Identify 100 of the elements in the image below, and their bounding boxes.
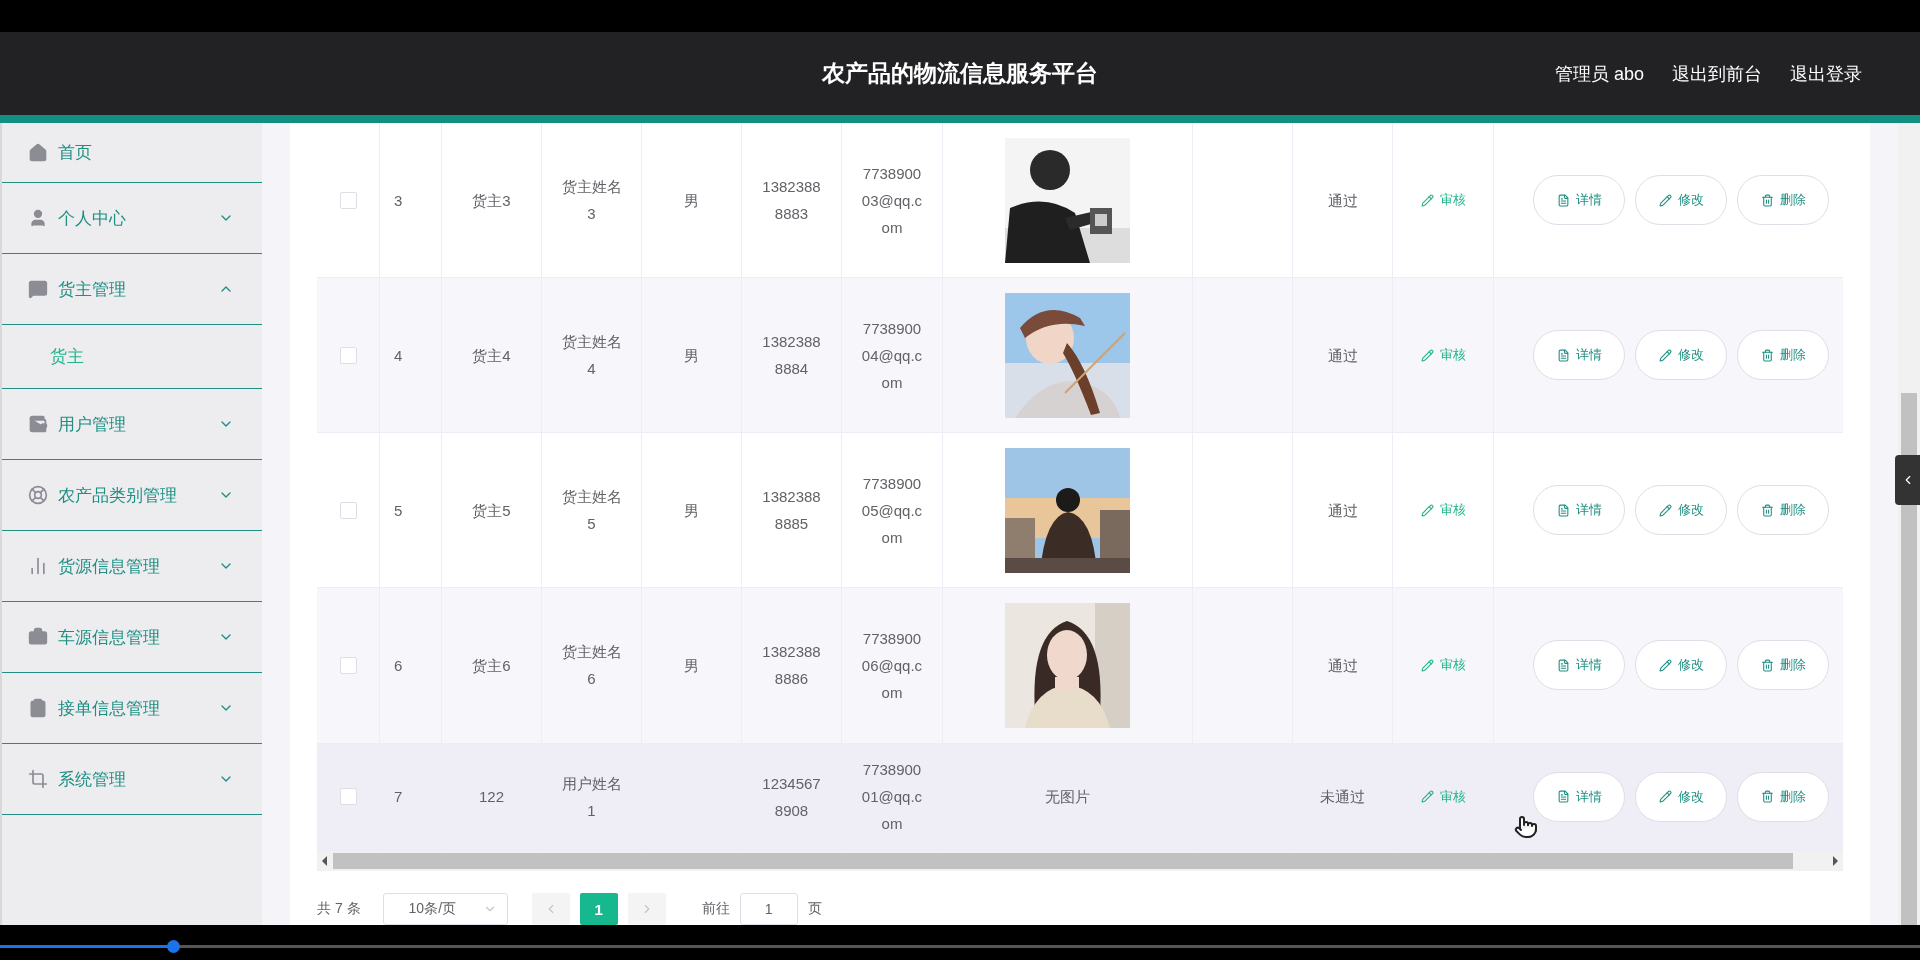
trash-icon [1760, 193, 1774, 207]
table-cell-text: 货主姓名4 [560, 332, 623, 380]
page-button[interactable]: 1 [579, 893, 618, 925]
page-size-select[interactable]: 10条/页 [382, 893, 508, 925]
table-cell-text: 12345678908 [761, 773, 822, 821]
pencil-icon [1658, 503, 1672, 517]
table-cell-text: 13823888883 [761, 177, 822, 225]
document-icon [1556, 659, 1570, 672]
table-cell-text: 773890005@qq.com [860, 473, 924, 548]
details-button[interactable]: 详情 [1533, 175, 1625, 226]
table-cell-text: 男 [684, 656, 699, 676]
pencil-icon [1658, 348, 1672, 362]
sidebar-item[interactable]: 接单信息管理 [2, 673, 262, 744]
pointer-cursor-icon [1514, 815, 1538, 839]
delete-button[interactable]: 删除 [1737, 771, 1829, 822]
details-button[interactable]: 详情 [1533, 771, 1625, 822]
table-cell-text: 13823888885 [761, 487, 822, 535]
edit-button[interactable]: 修改 [1635, 175, 1727, 226]
table-cell-text: 通过 [1327, 500, 1358, 521]
pencil-icon [1420, 659, 1434, 672]
review-link[interactable]: 审核 [1420, 787, 1466, 806]
pencil-icon [1420, 790, 1434, 804]
pencil-icon [1420, 503, 1434, 517]
header-link[interactable]: 退出到前台 [1672, 61, 1762, 86]
row-checkbox[interactable] [339, 501, 357, 519]
page-input[interactable]: 1 [739, 893, 798, 925]
table-cell-text: 货主4 [472, 345, 511, 366]
table-cell-text: 货主姓名5 [560, 487, 623, 535]
sidebar-subitem[interactable]: 货主 [2, 325, 262, 389]
details-button[interactable]: 详情 [1533, 330, 1625, 381]
sidebar-item[interactable]: 首页 [2, 123, 262, 183]
sidebar-item[interactable]: 用户管理 [2, 389, 262, 460]
scroll-right-icon[interactable] [1831, 856, 1839, 867]
next-page-button[interactable] [627, 893, 666, 925]
page-suffix: 页 [807, 900, 822, 919]
delete-button[interactable]: 删除 [1737, 485, 1829, 536]
scroll-left-icon[interactable] [321, 856, 329, 867]
header-link[interactable]: 退出登录 [1790, 61, 1862, 86]
edit-button[interactable]: 修改 [1635, 485, 1727, 536]
delete-button[interactable]: 删除 [1737, 640, 1829, 691]
edit-button[interactable]: 修改 [1635, 771, 1727, 822]
review-link[interactable]: 审核 [1420, 656, 1466, 675]
table-cell-text: 3 [394, 190, 403, 211]
review-link[interactable]: 审核 [1420, 191, 1466, 210]
table-cell-text: 773890004@qq.com [860, 318, 924, 393]
table-cell-text: 未通过 [1320, 787, 1365, 808]
sidebar-item[interactable]: 货主管理 [2, 254, 262, 325]
document-icon [1556, 790, 1570, 804]
table-cell-text: 13823888886 [761, 642, 822, 690]
table-cell-text: 通过 [1327, 656, 1358, 676]
crop-icon [28, 769, 48, 789]
briefcase-icon [28, 627, 48, 647]
sidebar-item[interactable]: 车源信息管理 [2, 602, 262, 673]
delete-button[interactable]: 删除 [1737, 330, 1829, 381]
horizontal-scrollbar[interactable] [317, 851, 1843, 872]
vertical-scrollbar[interactable] [1898, 123, 1920, 925]
table-cell-text: 货主姓名6 [560, 642, 623, 690]
pencil-icon [1420, 348, 1434, 362]
review-link[interactable]: 审核 [1420, 501, 1466, 520]
trash-icon [1760, 790, 1774, 804]
table-cell-text: 773890001@qq.com [860, 760, 924, 835]
collapse-button[interactable] [1895, 455, 1920, 505]
table-cell-text: 5 [394, 500, 403, 521]
row-checkbox[interactable] [339, 788, 357, 806]
table-cell-text: 4 [394, 345, 403, 366]
sidebar-item[interactable]: 农产品类别管理 [2, 460, 262, 531]
goto-label: 前往 [701, 900, 730, 919]
sidebar-item[interactable]: 个人中心 [2, 183, 262, 254]
pencil-icon [1658, 790, 1672, 804]
document-icon [1556, 193, 1570, 207]
home-icon [28, 142, 48, 163]
sidebar-item[interactable]: 货源信息管理 [2, 531, 262, 602]
edit-button[interactable]: 修改 [1635, 330, 1727, 381]
previous-page-button[interactable] [531, 893, 570, 925]
bar-chart-icon [28, 556, 48, 576]
table-cell-text: 男 [684, 345, 699, 366]
trash-icon [1760, 348, 1774, 362]
details-button[interactable]: 详情 [1533, 640, 1625, 691]
progress-handle[interactable] [166, 940, 180, 953]
pencil-icon [1658, 193, 1672, 207]
table-cell-text: 男 [684, 190, 699, 211]
user-icon [28, 208, 48, 228]
pencil-icon [1420, 193, 1434, 207]
delete-button[interactable]: 删除 [1737, 175, 1829, 226]
row-checkbox[interactable] [339, 657, 357, 674]
row-checkbox[interactable] [339, 191, 357, 209]
pencil-icon [1658, 659, 1672, 672]
table-cell-text: 无图片 [1045, 787, 1090, 808]
details-button[interactable]: 详情 [1533, 485, 1625, 536]
table-cell-text: 货主姓名3 [560, 177, 623, 225]
document-icon [1556, 503, 1570, 517]
total-count: 共 7 条 [317, 900, 361, 919]
sidebar-item[interactable]: 系统管理 [2, 744, 262, 815]
review-link[interactable]: 审核 [1420, 346, 1466, 365]
table-cell-text: 6 [394, 656, 403, 676]
table-cell-text: 通过 [1327, 190, 1358, 211]
row-checkbox[interactable] [339, 346, 357, 364]
table-cell-text: 通过 [1327, 345, 1358, 366]
edit-button[interactable]: 修改 [1635, 640, 1727, 691]
wallet-icon [28, 414, 48, 434]
